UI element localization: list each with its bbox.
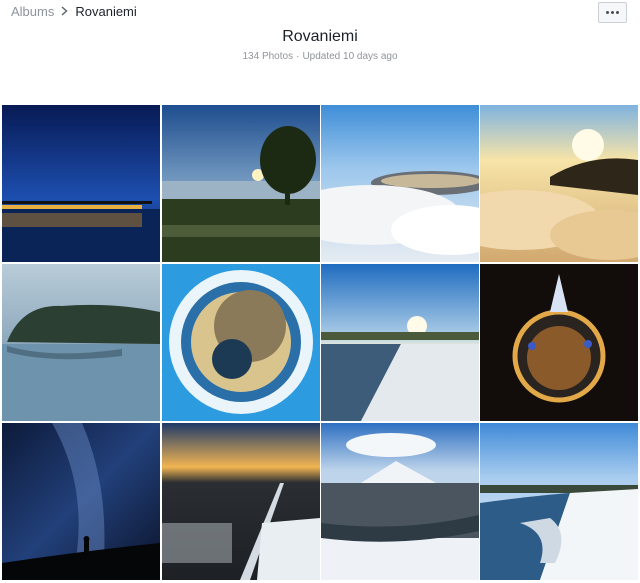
photo-aerial-town-fog [321,105,479,262]
photo-milky-way [2,423,160,580]
photo-frozen-river [480,423,638,580]
photo-thumbnail[interactable] [480,423,638,580]
photo-thumbnail[interactable] [321,423,479,580]
photo-sunrise-clouds [480,105,638,262]
photo-thumbnail[interactable] [321,105,479,262]
photo-thumbnail[interactable] [162,264,320,421]
photo-foggy-forest [2,264,160,421]
photo-grid [0,0,640,583]
photo-thumbnail[interactable] [2,105,160,262]
photo-thumbnail[interactable] [321,264,479,421]
photo-ski-resort [321,423,479,580]
photo-thumbnail[interactable] [2,423,160,580]
photo-thumbnail[interactable] [162,105,320,262]
photo-tiny-planet-day [162,264,320,421]
photo-thumbnail[interactable] [480,105,638,262]
photo-thumbnail[interactable] [162,423,320,580]
photo-aerial-sunset-road [162,423,320,580]
photo-thumbnail[interactable] [480,264,638,421]
photo-tiny-planet-night [480,264,638,421]
photo-night-bridge [2,105,160,262]
photo-sunset-tree [162,105,320,262]
photo-thumbnail[interactable] [2,264,160,421]
photo-winter-sunset-river [321,264,479,421]
